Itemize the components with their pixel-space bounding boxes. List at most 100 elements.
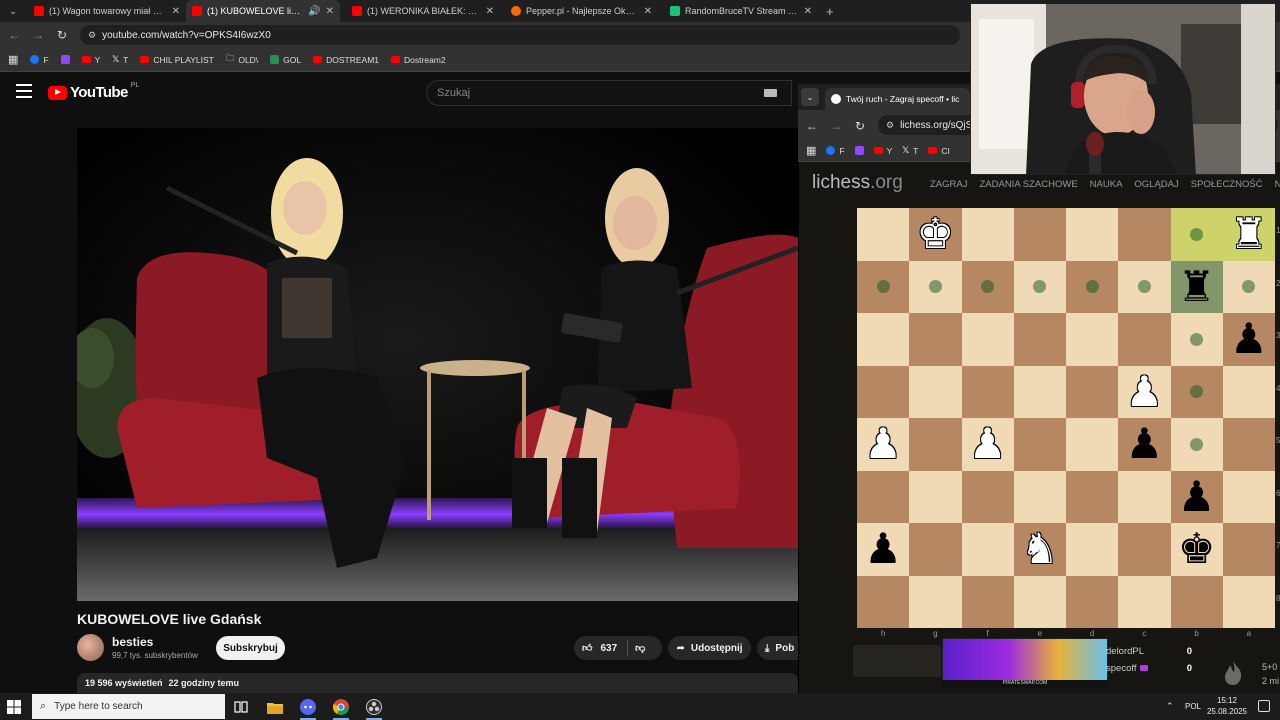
black-pawn-piece[interactable]: ♟ [857, 523, 909, 576]
bookmark-dostream1[interactable]: DOSTREAM1 [313, 55, 379, 65]
move-hint-dot[interactable] [981, 280, 995, 294]
move-hint-dot[interactable] [1190, 332, 1204, 346]
youtube-search-input[interactable]: Szukaj [426, 80, 792, 106]
board-square[interactable]: ♟ [857, 523, 910, 576]
board-square[interactable] [909, 365, 962, 418]
apps-grid-icon[interactable]: ▦ [806, 144, 816, 157]
nav-item-watch[interactable]: OGLĄDAJ [1134, 179, 1178, 190]
bookmark-facebook[interactable]: F [30, 55, 49, 65]
board-square[interactable] [1013, 418, 1066, 471]
reload-icon[interactable]: ↻ [850, 113, 870, 139]
close-icon[interactable]: ✕ [804, 6, 812, 17]
system-clock[interactable]: 15:12 25.08.2025 [1204, 695, 1250, 717]
board-square[interactable] [1066, 575, 1119, 628]
close-icon[interactable]: ✕ [644, 6, 652, 17]
bookmark-x[interactable]: 𝕏T [112, 54, 128, 65]
bookmark-twitch[interactable] [60, 55, 70, 64]
browser-tab-active[interactable]: (1) KUBOWELOVE live Gdańsk 🔊 ✕ [186, 0, 340, 22]
windows-start-icon[interactable] [4, 697, 24, 717]
board-square[interactable] [961, 313, 1014, 366]
board-square[interactable]: ♟ [857, 418, 910, 471]
board-square[interactable]: ♟ [1170, 470, 1223, 523]
board-square[interactable] [1013, 313, 1066, 366]
site-info-icon[interactable]: ⚙ [886, 120, 894, 131]
board-square[interactable]: ♟ [1118, 365, 1171, 419]
board-square[interactable] [1013, 260, 1066, 313]
move-hint-dot[interactable] [876, 280, 890, 294]
black-king-piece[interactable]: ♚ [1171, 523, 1223, 576]
board-square[interactable] [857, 313, 910, 366]
board-square[interactable] [1118, 470, 1171, 523]
nav-item-community[interactable]: SPOŁECZNOŚĆ [1191, 179, 1263, 190]
board-square[interactable] [1222, 470, 1275, 523]
move-hint-dot[interactable] [1190, 437, 1204, 451]
browser-tab[interactable]: Pepper.pl - Najlepsze Okazje, R ✕ [505, 0, 658, 22]
board-square[interactable] [1013, 575, 1066, 628]
board-square[interactable] [961, 365, 1014, 418]
ad-banner-image[interactable] [942, 638, 1108, 686]
board-square[interactable] [857, 470, 910, 523]
file-explorer-icon[interactable] [265, 697, 285, 717]
board-square[interactable]: ♜ [1222, 208, 1275, 261]
board-square[interactable] [909, 575, 962, 628]
board-square[interactable] [961, 208, 1014, 261]
tray-chevron-up-icon[interactable]: ⌃ [1166, 701, 1174, 712]
chess-board[interactable]: ♚ ♜ ♜ ♟ ♟ ♟ ♟ ♟ ♟ ♟ ♞ ♚ [857, 208, 1275, 628]
new-tab-plus-icon[interactable]: + [826, 0, 840, 22]
share-button[interactable]: ➦ Udostępnij [668, 636, 751, 660]
board-square[interactable] [1170, 418, 1223, 471]
board-square[interactable] [1222, 523, 1275, 576]
board-square[interactable] [1170, 313, 1223, 366]
back-arrow-icon[interactable]: ← [4, 22, 24, 48]
address-bar[interactable]: ⚙ youtube.com/watch?v=OPKS4I6wzX0 [80, 25, 960, 45]
nav-item-more[interactable]: NA [1275, 179, 1280, 190]
board-square[interactable] [909, 523, 962, 576]
back-arrow-icon[interactable]: ← [802, 113, 822, 139]
board-square[interactable] [1066, 470, 1119, 523]
move-hint-dot[interactable] [928, 280, 942, 294]
bookmark-dostream2[interactable]: Dostream2 [391, 55, 446, 65]
nav-item-puzzles[interactable]: ZADANIA SZACHOWE [979, 179, 1077, 190]
obs-icon[interactable] [364, 697, 384, 720]
board-square[interactable]: ♚ [909, 208, 962, 261]
board-square[interactable] [857, 575, 910, 628]
board-square[interactable] [961, 523, 1014, 576]
bookmark-chill-playlist[interactable]: CHIL PLAYLIST [140, 55, 214, 65]
bookmark-chill[interactable]: CI [928, 146, 950, 156]
board-square[interactable] [961, 575, 1014, 628]
nav-item-learn[interactable]: NAUKA [1090, 179, 1123, 190]
move-hint-dot[interactable] [1137, 280, 1151, 294]
task-view-icon[interactable] [231, 697, 251, 717]
board-square[interactable] [1066, 365, 1119, 418]
browser-tab[interactable]: RandomBruceTV Stream - Wat ✕ [664, 0, 818, 22]
forward-arrow-icon[interactable]: → [28, 22, 48, 48]
speaker-icon[interactable]: 🔊 [308, 6, 320, 17]
bookmark-folder-old[interactable]: 🗀 OLD\ [226, 53, 258, 67]
board-square[interactable] [857, 365, 910, 418]
board-square[interactable] [1222, 418, 1275, 471]
white-pawn-piece[interactable]: ♟ [857, 418, 909, 471]
description-box[interactable]: 19 596 wyświetleń 22 godziny temu [77, 673, 798, 693]
reload-icon[interactable]: ↻ [52, 22, 72, 48]
black-pawn-piece[interactable]: ♟ [1223, 313, 1275, 366]
board-square[interactable] [1066, 523, 1119, 576]
board-square[interactable] [1118, 575, 1171, 628]
video-player[interactable] [77, 128, 798, 601]
board-square[interactable] [909, 470, 962, 523]
bookmark-x[interactable]: 𝕏T [902, 145, 918, 156]
youtube-logo[interactable]: YouTube PL [48, 82, 139, 101]
taskbar-search-input[interactable]: ⌕ Type here to search [32, 694, 225, 719]
white-pawn-piece[interactable]: ♟ [1118, 366, 1170, 419]
keyboard-icon[interactable] [764, 89, 777, 97]
move-hint-dot[interactable] [1085, 280, 1099, 294]
board-square[interactable] [1013, 470, 1066, 523]
bookmark-facebook[interactable]: F [826, 146, 845, 156]
board-square[interactable] [909, 313, 962, 366]
move-hint-dot[interactable] [1033, 280, 1047, 294]
chrome-icon[interactable] [331, 697, 351, 720]
white-king-piece[interactable]: ♚ [909, 208, 961, 261]
tab-dropdown-icon[interactable]: ⌄ [801, 88, 819, 106]
site-info-icon[interactable]: ⚙ [88, 30, 96, 41]
board-square[interactable] [857, 260, 910, 313]
board-square[interactable] [1222, 365, 1275, 418]
